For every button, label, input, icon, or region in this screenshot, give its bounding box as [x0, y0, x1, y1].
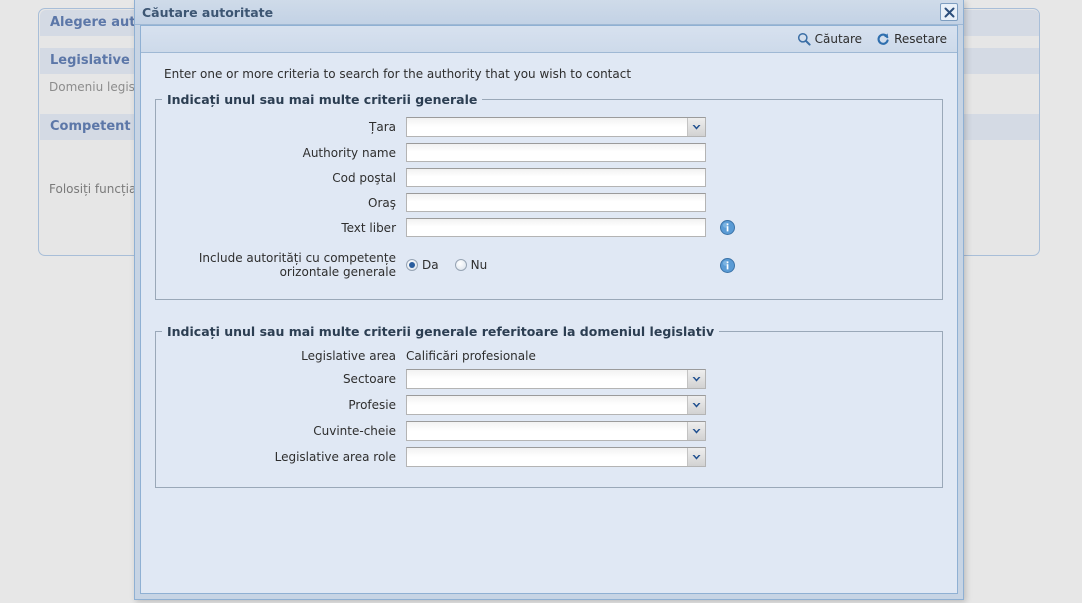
field-row-legislative-area-role: Legislative area role: [156, 447, 942, 467]
radio-label-nu: Nu: [471, 258, 488, 272]
search-icon: [797, 32, 811, 46]
authority-name-input[interactable]: [406, 143, 706, 162]
field-row-oras: Oraş: [156, 193, 942, 212]
cuvinte-cheie-select[interactable]: [406, 421, 706, 441]
field-row-legislative-area: Legislative area Calificări profesionale: [156, 349, 942, 363]
field-label-cod-postal: Cod poştal: [156, 171, 406, 185]
dialog-toolbar: Căutare Resetare: [141, 26, 957, 53]
field-row-authority-name: Authority name: [156, 143, 942, 162]
sectoare-select[interactable]: [406, 369, 706, 389]
dialog-title: Căutare autoritate: [142, 5, 273, 20]
refresh-icon: [876, 32, 890, 46]
field-label-line2: orizontale generale: [156, 265, 396, 279]
field-label-legislative-area: Legislative area: [156, 349, 406, 363]
fieldset-gap: [155, 300, 943, 324]
reset-button-label: Resetare: [894, 32, 947, 46]
field-label-authority-name: Authority name: [156, 146, 406, 160]
legislative-area-role-select[interactable]: [406, 447, 706, 467]
field-row-sectoare: Sectoare: [156, 369, 942, 389]
field-label-oras: Oraş: [156, 196, 406, 210]
text-liber-input[interactable]: [406, 218, 706, 237]
chevron-down-icon: [687, 370, 705, 388]
include-horizontal-radio-group: Da Nu: [406, 258, 706, 272]
radio-dot-nu: [455, 259, 467, 271]
fieldset-general-criteria: Indicați unul sau mai multe criterii gen…: [155, 92, 943, 300]
field-label-tara: Țara: [156, 120, 406, 134]
tara-select-value: [407, 118, 687, 136]
sectoare-select-value: [407, 370, 687, 388]
legislative-area-value: Calificări profesionale: [406, 349, 706, 363]
close-icon[interactable]: [940, 3, 958, 21]
dialog-content: Enter one or more criteria to search for…: [141, 53, 957, 593]
field-row-profesie: Profesie: [156, 395, 942, 415]
chevron-down-icon: [687, 448, 705, 466]
profesie-select[interactable]: [406, 395, 706, 415]
field-label-line1: Include autorități cu competențe: [156, 251, 396, 265]
field-label-text-liber: Text liber: [156, 221, 406, 235]
radio-option-nu[interactable]: Nu: [455, 258, 488, 272]
field-label-sectoare: Sectoare: [156, 372, 406, 386]
info-icon[interactable]: [720, 220, 735, 235]
field-row-tara: Țara: [156, 117, 942, 137]
info-icon[interactable]: [720, 258, 735, 273]
cod-postal-input[interactable]: [406, 168, 706, 187]
search-button-label: Căutare: [815, 32, 862, 46]
dialog-body: Căutare Resetare Enter one or more crite…: [140, 25, 958, 594]
radio-dot-da: [406, 259, 418, 271]
bg-subtext-folositi-functia: Folosiți funcția: [49, 182, 136, 196]
chevron-down-icon: [687, 396, 705, 414]
field-row-cuvinte-cheie: Cuvinte-cheie: [156, 421, 942, 441]
chevron-down-icon: [687, 118, 705, 136]
field-row-include-horizontal: Include autorități cu competențe orizont…: [156, 251, 942, 279]
field-label-include-horizontal: Include autorități cu competențe orizont…: [156, 251, 406, 279]
intro-text: Enter one or more criteria to search for…: [164, 67, 943, 81]
fieldset-legislative-criteria: Indicați unul sau mai multe criterii gen…: [155, 324, 943, 488]
radio-label-da: Da: [422, 258, 439, 272]
search-authority-dialog: Căutare autoritate Căutare: [134, 0, 964, 600]
field-label-profesie: Profesie: [156, 398, 406, 412]
cuvinte-cheie-select-value: [407, 422, 687, 440]
field-row-cod-postal: Cod poştal: [156, 168, 942, 187]
chevron-down-icon: [687, 422, 705, 440]
field-row-text-liber: Text liber: [156, 218, 942, 237]
field-label-legislative-area-role: Legislative area role: [156, 450, 406, 464]
field-label-cuvinte-cheie: Cuvinte-cheie: [156, 424, 406, 438]
fieldset-legislative-legend: Indicați unul sau mai multe criterii gen…: [162, 324, 719, 339]
search-button[interactable]: Căutare: [797, 32, 862, 46]
oras-input[interactable]: [406, 193, 706, 212]
dialog-titlebar[interactable]: Căutare autoritate: [135, 0, 963, 25]
radio-option-da[interactable]: Da: [406, 258, 439, 272]
reset-button[interactable]: Resetare: [876, 32, 947, 46]
profesie-select-value: [407, 396, 687, 414]
fieldset-general-legend: Indicați unul sau mai multe criterii gen…: [162, 92, 482, 107]
tara-select[interactable]: [406, 117, 706, 137]
legislative-area-role-select-value: [407, 448, 687, 466]
